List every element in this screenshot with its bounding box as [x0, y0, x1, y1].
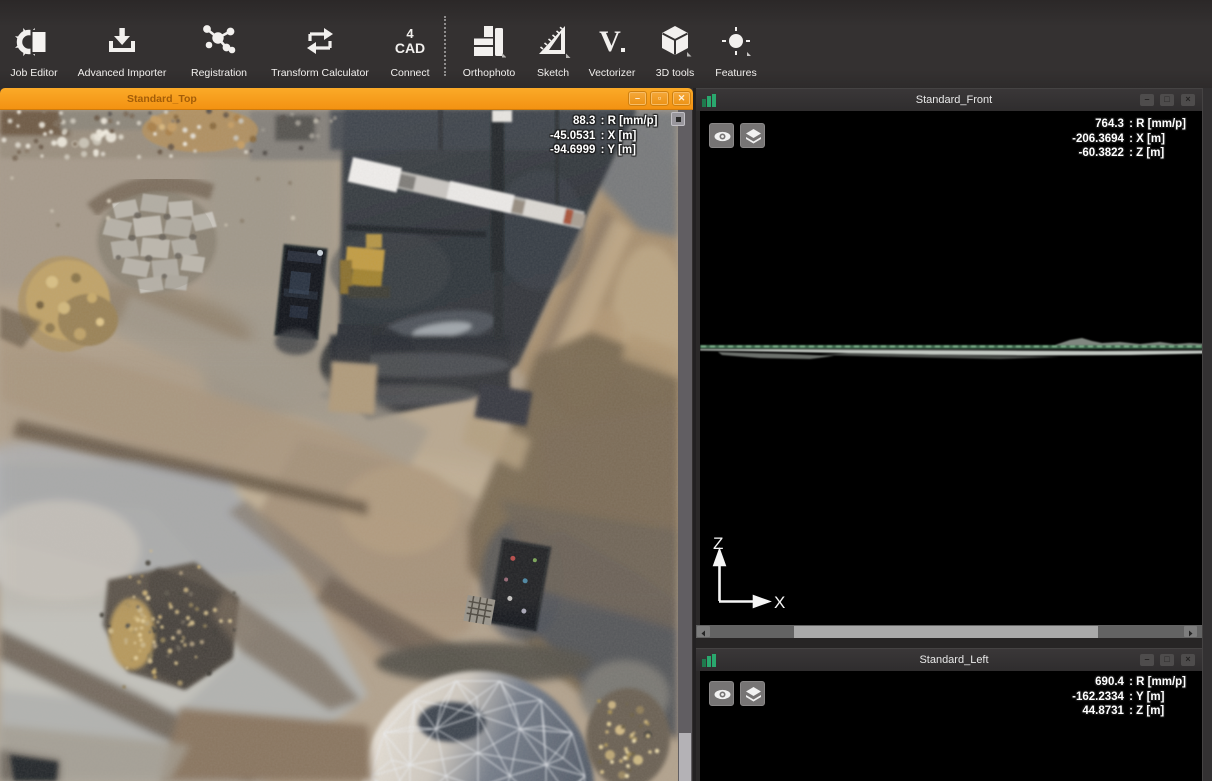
svg-text:4: 4: [406, 26, 414, 41]
svg-text:V: V: [599, 25, 621, 58]
svg-text:X: X: [774, 593, 785, 612]
svg-text:CAD: CAD: [395, 40, 425, 56]
svg-text:Z: Z: [713, 534, 723, 553]
